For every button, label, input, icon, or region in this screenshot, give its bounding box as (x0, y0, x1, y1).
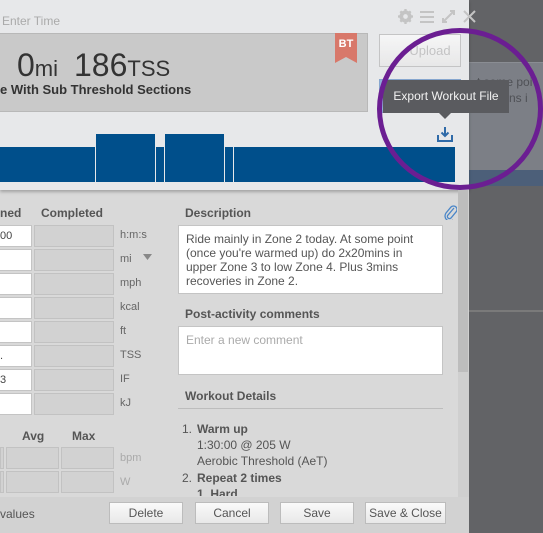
unit-label: W (120, 476, 131, 488)
planned-header: ned (0, 206, 22, 220)
unit-label: TSS (120, 349, 142, 361)
completed-input[interactable] (34, 369, 114, 391)
planned-input[interactable]: . (0, 345, 32, 367)
unit-label: bpm (120, 452, 142, 464)
planned-input[interactable] (0, 297, 32, 319)
chart-bar (165, 134, 224, 182)
step-title: Warm up (197, 422, 248, 436)
menu-icon[interactable] (420, 10, 434, 23)
min-input[interactable] (0, 447, 4, 469)
planned-input[interactable] (0, 393, 32, 415)
gear-icon[interactable] (398, 9, 413, 24)
unit-label: mph (120, 277, 142, 289)
delete-button[interactable]: Delete (109, 502, 183, 524)
chart-bar (156, 147, 164, 182)
max-header: Max (72, 429, 96, 443)
unit-label: IF (120, 373, 130, 385)
step-title: Repeat 2 times (197, 471, 282, 485)
description-text[interactable]: Ride mainly in Zone 2 today. At some poi… (178, 225, 443, 294)
avg-input[interactable] (6, 471, 59, 493)
unit-label: kJ (120, 397, 131, 409)
tss-stat: 186TSS (74, 47, 171, 83)
max-input[interactable] (61, 447, 114, 469)
chart-bar (0, 147, 95, 182)
scrollbar-thumb[interactable] (458, 190, 468, 372)
avg-header: Avg (22, 429, 45, 443)
planned-input[interactable] (0, 273, 32, 295)
completed-input[interactable] (34, 249, 114, 271)
close-icon[interactable] (463, 10, 476, 23)
completed-input[interactable] (34, 321, 114, 343)
description-label: Description (185, 206, 252, 220)
cancel-button[interactable]: Cancel (195, 502, 269, 524)
min-input[interactable] (0, 471, 4, 493)
completed-input[interactable] (34, 393, 114, 415)
unit-label: h:m:s (120, 229, 147, 241)
planned-input[interactable] (0, 249, 32, 271)
values-text: values (0, 507, 35, 521)
comments-label: Post-activity comments (185, 307, 320, 321)
unit-label: ft (120, 325, 127, 337)
step-zone: Aerobic Threshold (AeT) (197, 454, 328, 468)
unit-dropdown-icon[interactable] (143, 254, 152, 260)
planned-input[interactable] (0, 321, 32, 343)
step-number: 1. (182, 422, 193, 436)
workout-title: e With Sub Threshold Sections (0, 82, 192, 97)
divider (178, 408, 443, 409)
completed-input[interactable] (34, 273, 114, 295)
planned-input[interactable]: 00 (0, 225, 32, 247)
max-input[interactable] (61, 471, 114, 493)
unit-label: kcal (120, 301, 140, 313)
chart-bar (96, 134, 155, 182)
completed-input[interactable] (34, 225, 114, 247)
background-divider (469, 310, 543, 312)
chart-bar (225, 147, 233, 182)
save-close-button[interactable]: Save & Close (365, 502, 446, 524)
sub-step: 1. Hard (197, 487, 238, 496)
step-number: 2. (182, 471, 193, 485)
workout-details-label: Workout Details (185, 389, 277, 403)
distance-stat: 0mi (17, 47, 59, 83)
step-target: 1:30:00 @ 205 W (197, 438, 291, 452)
enter-time-link[interactable]: Enter Time (2, 14, 60, 28)
avg-input[interactable] (6, 447, 59, 469)
planned-input[interactable]: 3 (0, 369, 32, 391)
annotation-circle (377, 28, 543, 190)
unit-label: mi (120, 253, 132, 265)
attachment-icon[interactable] (443, 204, 457, 220)
completed-input[interactable] (34, 297, 114, 319)
completed-input[interactable] (34, 345, 114, 367)
expand-icon[interactable] (442, 10, 455, 23)
comment-input[interactable]: Enter a new comment (178, 326, 443, 375)
save-button[interactable]: Save (280, 502, 354, 524)
completed-header: Completed (41, 206, 104, 220)
